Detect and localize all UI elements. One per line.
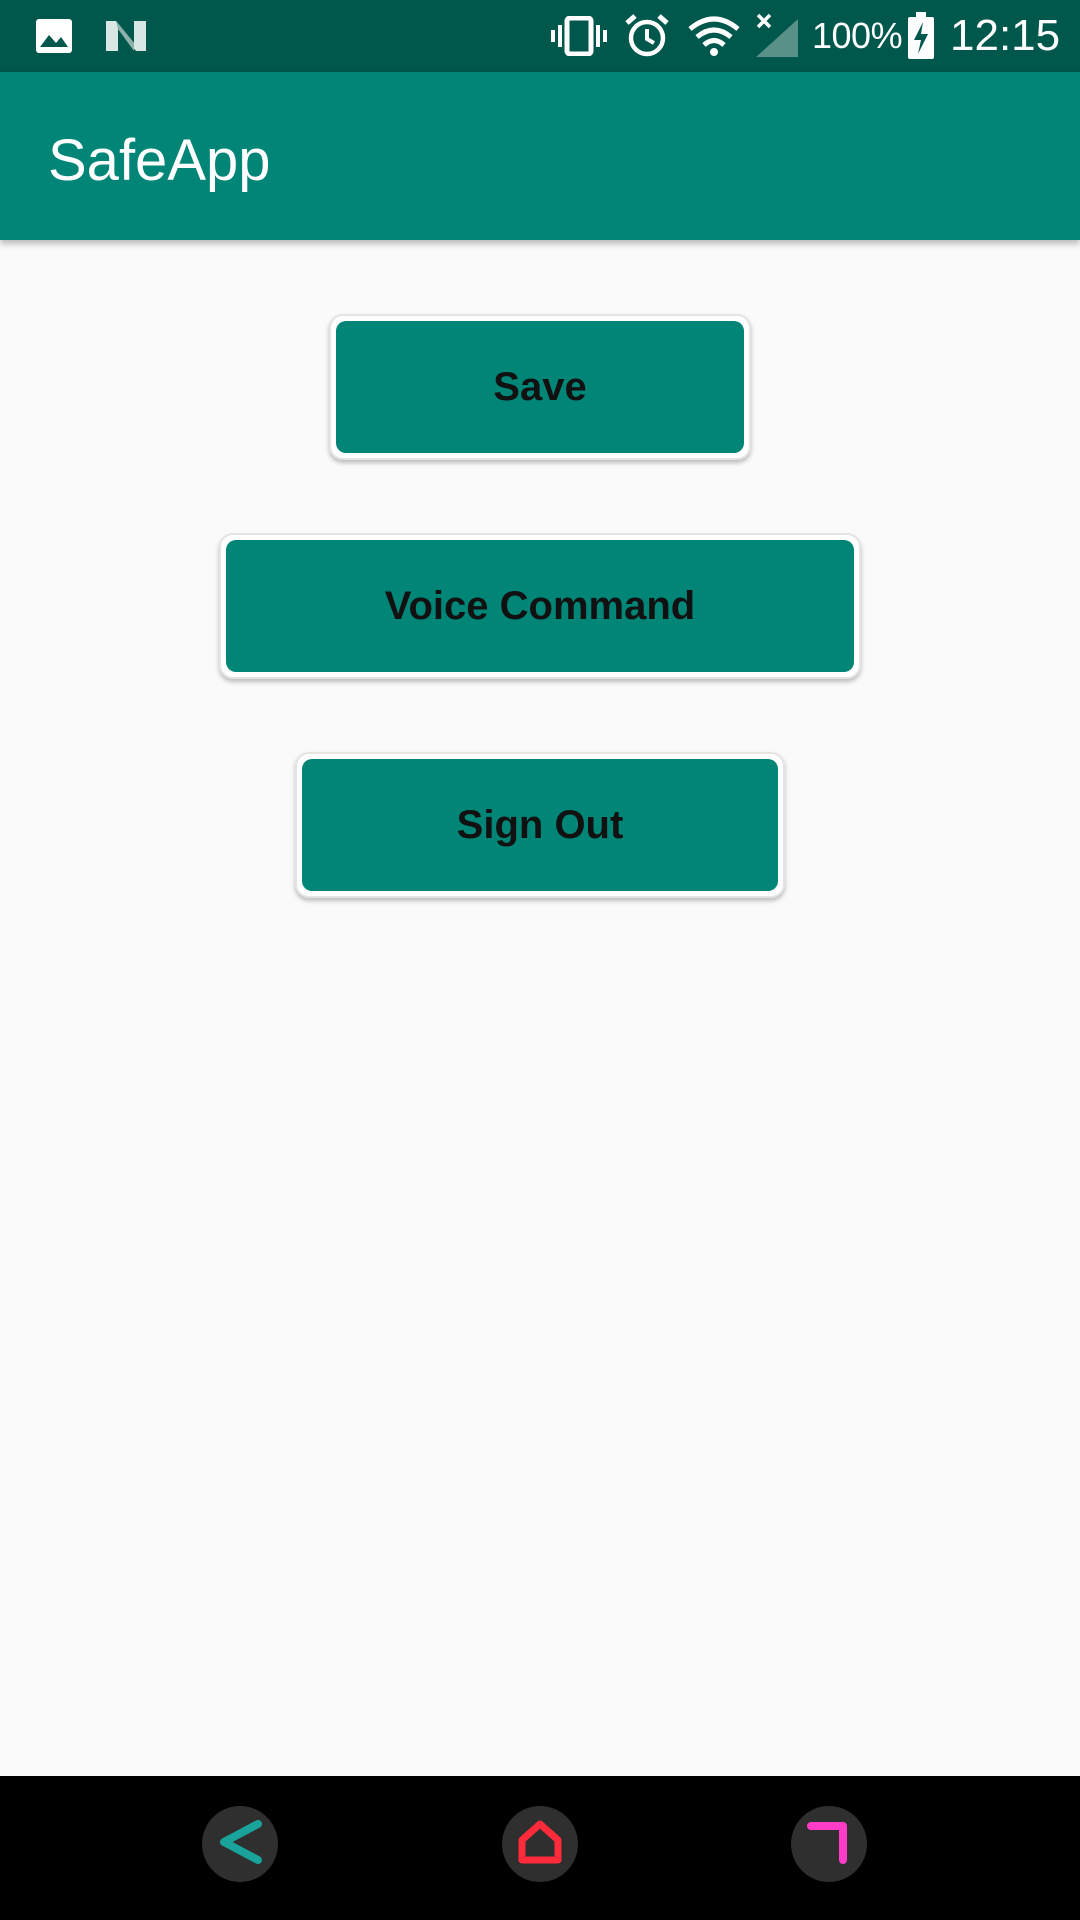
- voice-command-button-frame: Voice Command: [219, 533, 861, 679]
- save-button-frame: Save: [329, 314, 751, 460]
- status-bar: 100% 12:15: [0, 0, 1080, 72]
- image-icon: [34, 0, 74, 72]
- signal-icon: [754, 0, 800, 72]
- home-button[interactable]: [502, 1806, 578, 1882]
- sign-out-button-frame: Sign Out: [295, 752, 785, 898]
- battery-charging-icon: [906, 0, 936, 72]
- back-button[interactable]: [202, 1806, 278, 1882]
- battery-percent: 100%: [812, 15, 903, 56]
- voice-command-button[interactable]: Voice Command: [226, 540, 854, 672]
- save-button[interactable]: Save: [336, 321, 744, 453]
- app-title: SafeApp: [48, 128, 271, 193]
- navigation-bar: [0, 1776, 1080, 1920]
- back-icon: [212, 1814, 268, 1875]
- n-logo-icon: [104, 0, 148, 72]
- home-icon: [514, 1816, 566, 1873]
- clock: 12:15: [950, 11, 1061, 60]
- wifi-icon: [688, 0, 740, 72]
- vibrate-icon: [550, 0, 608, 72]
- recents-icon: [803, 1816, 855, 1873]
- alarm-icon: [624, 0, 670, 72]
- sign-out-button[interactable]: Sign Out: [302, 759, 778, 891]
- recents-button[interactable]: [791, 1806, 867, 1882]
- app-bar: SafeApp: [0, 72, 1080, 240]
